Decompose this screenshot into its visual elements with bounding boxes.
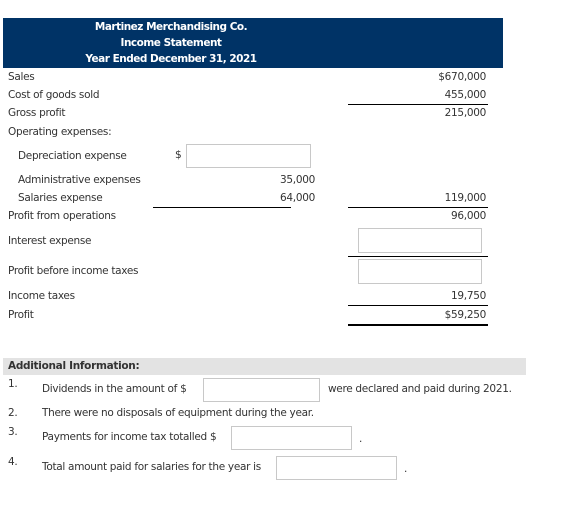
company-name: Martinez Merchandising Co. xyxy=(94,21,248,33)
equipment-disposals-text: There were no disposals of equipment dur… xyxy=(42,407,314,419)
profit-from-operations-label: Profit from operations xyxy=(8,210,116,222)
income-taxes-underline xyxy=(348,305,488,306)
statement-header: Martinez Merchandising Co. Income Statem… xyxy=(3,18,503,68)
income-tax-payments-text: Payments for income tax totalled $ xyxy=(42,431,217,443)
total-operating-expenses-value: 119,000 xyxy=(444,192,487,204)
profit-label: Profit xyxy=(8,309,34,321)
operating-expenses-label: Operating expenses: xyxy=(8,126,112,138)
statement-period: Year Ended December 31, 2021 xyxy=(85,53,257,65)
administrative-value: 35,000 xyxy=(280,174,315,186)
opex-total-underline xyxy=(348,207,488,208)
dividends-input[interactable] xyxy=(203,378,320,402)
dividends-text: Dividends in the amount of $ xyxy=(42,383,187,395)
item-number: 1. xyxy=(8,378,18,390)
gross-profit-value: 215,000 xyxy=(444,107,487,119)
sales-label: Sales xyxy=(8,71,35,83)
dividends-text-after: were declared and paid during 2021. xyxy=(328,383,512,395)
item-number: 3. xyxy=(8,426,18,438)
salaries-paid-text: Total amount paid for salaries for the y… xyxy=(42,461,261,473)
salaries-label: Salaries expense xyxy=(18,192,103,204)
income-tax-payments-input[interactable] xyxy=(231,426,352,450)
profit-before-taxes-input[interactable] xyxy=(358,259,482,284)
item-number: 2. xyxy=(8,407,18,419)
gross-profit-label: Gross profit xyxy=(8,107,66,119)
interest-expense-input[interactable] xyxy=(358,228,482,253)
additional-info-title: Additional Information: xyxy=(8,360,140,372)
salaries-paid-period: . xyxy=(404,463,408,475)
income-taxes-label: Income taxes xyxy=(8,290,75,302)
salaries-paid-input[interactable] xyxy=(276,456,397,480)
profit-from-operations-value: 96,000 xyxy=(451,210,486,222)
cogs-label: Cost of goods sold xyxy=(8,89,100,101)
cogs-value: 455,000 xyxy=(444,89,487,101)
profit-value: $59,250 xyxy=(444,309,487,321)
profit-before-taxes-label: Profit before income taxes xyxy=(8,265,139,277)
additional-info-header: Additional Information: xyxy=(3,358,526,375)
income-taxes-value: 19,750 xyxy=(451,290,486,302)
interest-expense-label: Interest expense xyxy=(8,235,92,247)
depreciation-expense-input[interactable] xyxy=(186,144,311,168)
salaries-value: 64,000 xyxy=(280,192,315,204)
income-tax-period: . xyxy=(359,433,363,445)
profit-double-underline xyxy=(348,324,488,326)
depreciation-currency: $ xyxy=(175,149,182,161)
opex-middle-underline xyxy=(153,207,291,208)
depreciation-label: Depreciation expense xyxy=(18,150,127,162)
item-number: 4. xyxy=(8,456,18,468)
cogs-underline xyxy=(348,104,488,105)
interest-underline xyxy=(348,256,488,257)
administrative-label: Administrative expenses xyxy=(18,174,141,186)
sales-value: $670,000 xyxy=(438,71,486,83)
statement-title: Income Statement xyxy=(120,37,222,49)
